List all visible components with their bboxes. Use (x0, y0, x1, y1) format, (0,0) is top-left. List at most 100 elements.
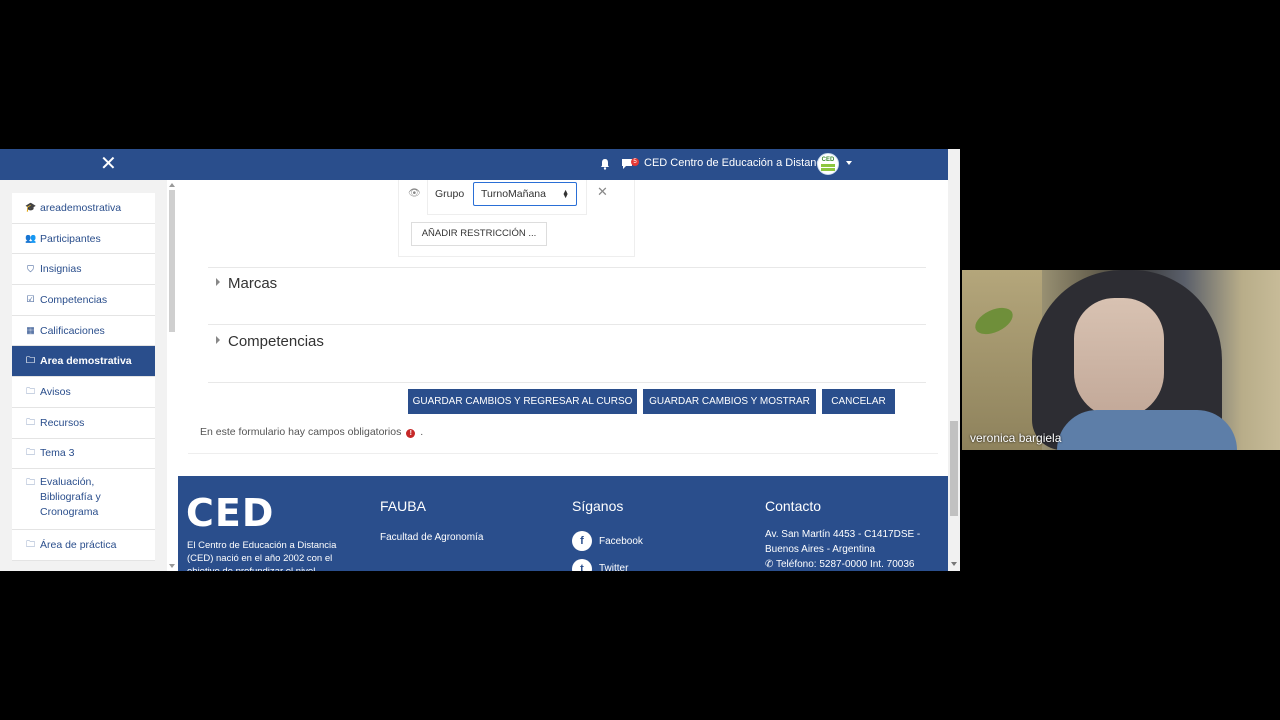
sidebar-item-calificaciones[interactable]: ▦ Calificaciones (12, 315, 155, 347)
section-divider (208, 324, 926, 325)
section-competencias[interactable]: Competencias (216, 333, 324, 350)
folder-icon: 🗀 (25, 477, 35, 488)
drawer-scrollbar-thumb[interactable] (169, 190, 175, 332)
footer-contact-info: Av. San Martín 4453 - C1417DSE - Buenos … (765, 527, 935, 571)
sidebar-item-tema-3[interactable]: 🗀 Tema 3 (12, 438, 155, 470)
sidebar-item-label: Avisos (40, 385, 71, 398)
sidebar-item-areademostrativa[interactable]: 🎓 areademostrativa (12, 193, 155, 224)
browser-viewport: ✕ 5 CED Centro de Educación a Distancia … (0, 149, 960, 571)
section-marcas-title: Marcas (228, 275, 278, 292)
top-navbar: ✕ 5 CED Centro de Educación a Distancia … (0, 149, 948, 180)
section-divider (208, 267, 926, 268)
contact-address-line: Buenos Aires - Argentina (765, 544, 876, 555)
sidebar-item-area-de-practica[interactable]: 🗀 Área de práctica (12, 530, 155, 561)
required-note-text: En este formulario hay campos obligatori… (200, 426, 402, 438)
footer-about-text: El Centro de Educación a Distancia (CED)… (187, 540, 337, 571)
drawer-scrollbar[interactable] (167, 180, 177, 571)
caret-right-icon (216, 278, 220, 286)
section-marcas[interactable]: Marcas (216, 275, 277, 292)
folder-icon: 🗀 (25, 416, 35, 427)
select-arrows-icon: ▲ ▼ (562, 189, 569, 200)
sidebar-item-label: Participantes (40, 232, 101, 245)
contact-address-line: Av. San Martín 4453 - C1417DSE - (765, 529, 921, 540)
page-scrollbar-thumb[interactable] (950, 421, 958, 516)
sidebar-item-participantes[interactable]: 👥 Participantes (12, 223, 155, 255)
add-restriction-button[interactable]: AÑADIR RESTRICCIÓN ... (411, 222, 547, 246)
checkbox-icon: ☑ (26, 294, 35, 305)
sidebar-item-recursos[interactable]: 🗀 Recursos (12, 407, 155, 439)
folder-icon: 🗀 (25, 447, 35, 458)
footer-contact-title: Contacto (765, 498, 822, 514)
users-icon: 👥 (25, 233, 37, 244)
graduation-cap-icon: 🎓 (25, 202, 37, 213)
required-icon: ! (406, 429, 416, 438)
site-footer: CED El Centro de Educación a Distancia (… (178, 476, 948, 571)
footer-link-agronomia[interactable]: Facultad de Agronomía (380, 532, 483, 543)
folder-icon: 🗀 (25, 539, 35, 550)
page-scrollbar[interactable] (948, 149, 960, 571)
shield-icon: ⛉ (27, 263, 34, 274)
video-background (962, 270, 1042, 450)
close-icon[interactable]: ✕ (597, 184, 608, 200)
table-icon: ▦ (26, 325, 35, 336)
sidebar-item-label: Insignias (40, 263, 82, 276)
footer-follow-title: Síganos (572, 498, 624, 514)
contact-phone: Teléfono: 5287-0000 Int. 70036 (776, 559, 915, 570)
edit-settings-form: 👁 Grupo TurnoMañana ▲ ▼ ✕ AÑADIR RESTRICC… (178, 180, 948, 476)
eye-icon[interactable]: 👁 (408, 188, 421, 199)
scroll-down-arrow-icon[interactable] (951, 562, 957, 566)
sidebar-item-label-line: Bibliografía y (40, 491, 101, 504)
sidebar-item-area-demostrativa[interactable]: 🗀 Area demostrativa (12, 346, 155, 378)
footer-link-twitter[interactable]: Twitter (599, 563, 628, 571)
section-competencias-title: Competencias (228, 333, 324, 350)
bell-icon[interactable] (599, 158, 611, 170)
sidebar-item-label-line: Cronograma (40, 506, 99, 519)
folder-icon: 🗀 (25, 355, 35, 366)
course-navigation-drawer: 🎓 areademostrativa 👥 Participantes ⛉ Ins… (0, 180, 177, 571)
section-divider (208, 382, 926, 383)
scroll-down-arrow-icon[interactable] (169, 564, 175, 568)
scroll-up-arrow-icon[interactable] (169, 183, 175, 187)
message-count-badge: 5 (631, 158, 639, 166)
drawer-list: 🎓 areademostrativa 👥 Participantes ⛉ Ins… (12, 193, 155, 561)
phone-icon: ✆ (765, 559, 774, 570)
sidebar-item-label: Tema 3 (40, 447, 75, 460)
group-select[interactable]: TurnoMañana ▲ ▼ (473, 182, 577, 206)
save-and-display-button[interactable]: GUARDAR CAMBIOS Y MOSTRAR (643, 389, 816, 414)
sidebar-item-insignias[interactable]: ⛉ Insignias (12, 254, 155, 286)
cancel-button[interactable]: CANCELAR (822, 389, 895, 414)
footer-fauba-title: FAUBA (380, 498, 426, 514)
participant-name-label: veronica bargiela (970, 431, 1062, 445)
save-and-return-button[interactable]: GUARDAR CAMBIOS Y REGRESAR AL CURSO (408, 389, 637, 414)
caret-right-icon (216, 336, 220, 344)
facebook-icon[interactable]: f (572, 531, 592, 551)
required-fields-note: En este formulario hay campos obligatori… (200, 426, 423, 438)
ced-logo: CED (186, 491, 275, 535)
avatar[interactable]: CED (817, 153, 839, 175)
sidebar-item-label: areademostrativa (40, 201, 122, 214)
sidebar-item-label: Recursos (40, 416, 85, 429)
sidebar-item-avisos[interactable]: 🗀 Avisos (12, 377, 155, 408)
close-drawer-icon[interactable]: ✕ (100, 154, 117, 174)
folder-icon: 🗀 (25, 385, 35, 396)
sidebar-item-label: Competencias (40, 293, 108, 306)
sidebar-item-label: Área de práctica (40, 539, 117, 552)
sidebar-item-evaluacion[interactable]: 🗀 Evaluación, Bibliografía y Cronograma (12, 469, 155, 531)
sidebar-item-competencias[interactable]: ☑ Competencias (12, 285, 155, 316)
group-select-value: TurnoMañana (481, 188, 546, 200)
video-person-face (1074, 298, 1164, 418)
user-menu-name[interactable]: CED Centro de Educación a Distancia (644, 157, 830, 169)
sidebar-item-label: Calificaciones (40, 324, 105, 337)
avatar-logo-text: CED (821, 157, 835, 163)
twitter-icon[interactable]: t (572, 559, 592, 571)
participant-video-tile: veronica bargiela (962, 270, 1280, 450)
required-note-suffix: . (420, 426, 424, 438)
group-label: Grupo (435, 188, 465, 200)
sidebar-item-label: Area demostrativa (40, 355, 132, 368)
chevron-down-icon[interactable] (846, 161, 852, 165)
sidebar-item-label: Evaluación, Bibliografía y Cronograma (40, 475, 101, 520)
video-person-shirt (1057, 410, 1237, 450)
footer-link-facebook[interactable]: Facebook (599, 536, 643, 547)
form-bottom-border (188, 453, 938, 454)
sidebar-item-label-line: Evaluación, (40, 476, 95, 489)
